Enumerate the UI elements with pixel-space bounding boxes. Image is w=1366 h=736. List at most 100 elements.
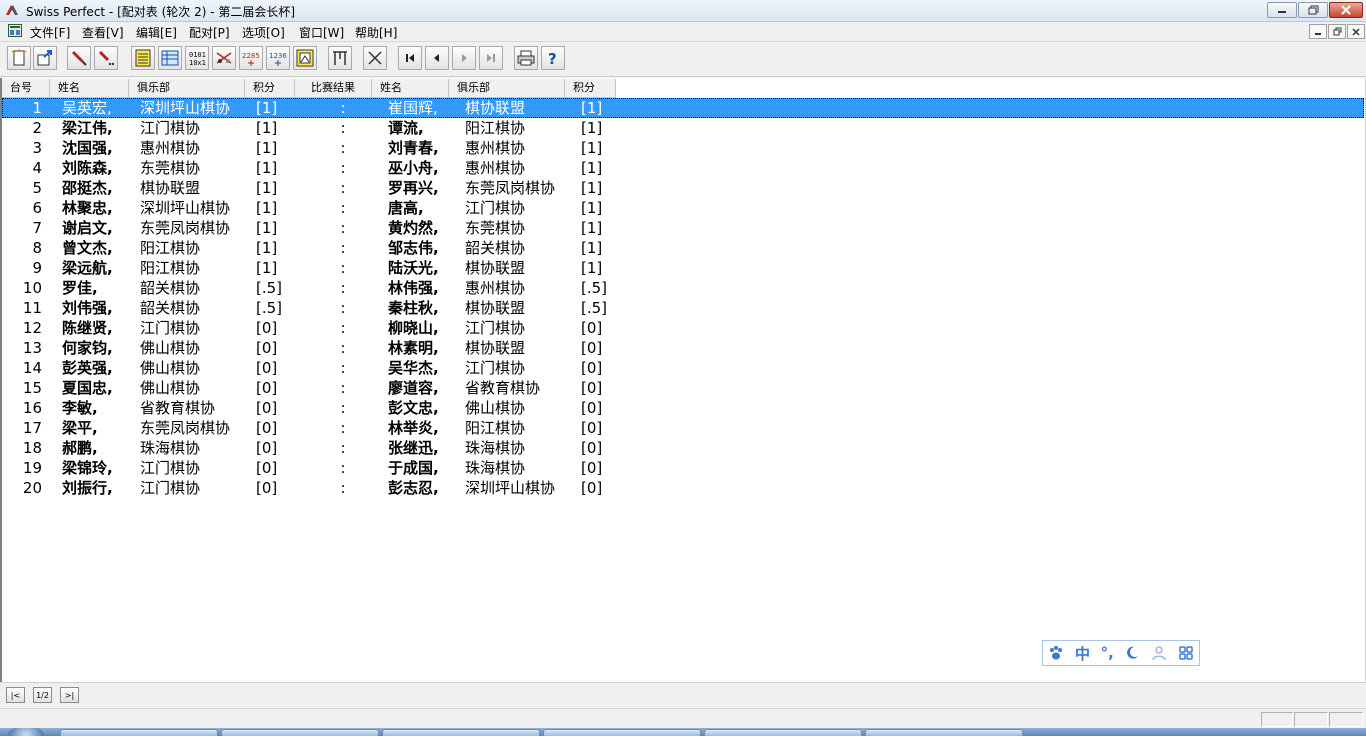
table-row[interactable]: 4 刘陈森, 东莞棋协 [1]: 巫小舟, 惠州棋协 [1] (2, 158, 1364, 178)
table-row[interactable]: 12 陈继贤, 江门棋协 [0]: 柳晓山, 江门棋协 [0] (2, 318, 1364, 338)
score-black: [0] (581, 339, 603, 357)
club-black: 阳江棋协 (465, 419, 526, 437)
menu-window[interactable]: 窗口[W] (299, 24, 344, 41)
table-row[interactable]: 15 夏国忠, 佛山棋协 [0]: 廖道容, 省教育棋协 [0] (2, 378, 1364, 398)
moon-icon[interactable] (1124, 645, 1140, 661)
last-round-button[interactable] (479, 46, 503, 70)
close-button[interactable] (1329, 2, 1363, 18)
col-name-white[interactable]: 姓名 (50, 79, 129, 97)
score-black: [1] (581, 179, 603, 197)
col-score-black[interactable]: 积分 (565, 79, 616, 97)
binary-button[interactable]: 0101 10x1 (185, 46, 209, 70)
table-row[interactable]: 19 梁锦玲, 江门棋协 [0]: 于成国, 珠海棋协 [0] (2, 458, 1364, 478)
ime-toolbar[interactable]: 中 °, (1042, 640, 1200, 666)
col-name-black[interactable]: 姓名 (372, 79, 449, 97)
taskbar-app-2[interactable] (221, 729, 379, 736)
next-round-button[interactable] (452, 46, 476, 70)
table-row[interactable]: 20 刘振行, 江门棋协 [0]: 彭志忍, 深圳坪山棋协 [0] (2, 478, 1364, 498)
grid-icon[interactable] (1178, 645, 1194, 661)
table-row[interactable]: 3 沈国强, 惠州棋协 [1]: 刘青春, 惠州棋协 [1] (2, 138, 1364, 158)
menu-edit[interactable]: 编辑[E] (136, 24, 177, 41)
club-white: 东莞凤岗棋协 (140, 219, 231, 237)
table-row[interactable]: 16 李敏, 省教育棋协 [0]: 彭文忠, 佛山棋协 [0] (2, 398, 1364, 418)
nav-half-button[interactable]: 1/2 (33, 687, 52, 703)
ratings-button[interactable]: 2285 (239, 46, 263, 70)
print-button[interactable] (514, 46, 538, 70)
board-number: 18 (22, 439, 42, 457)
table-row[interactable]: 10 罗佳, 韶关棋协 [.5]: 林伟强, 惠州棋协 [.5] (2, 278, 1364, 298)
chess-pieces-icon (216, 52, 232, 64)
minimize-button[interactable] (1267, 2, 1297, 18)
open-tournament-button[interactable] (33, 46, 57, 70)
table-row[interactable]: 9 梁远航, 阳江棋协 [1]: 陆沃光, 棋协联盟 [1] (2, 258, 1364, 278)
result-separator: : (340, 179, 346, 197)
mdi-close-button[interactable] (1347, 24, 1365, 39)
menu-view[interactable]: 查看[V] (82, 24, 124, 41)
player-name-black: 崔国辉, (388, 99, 438, 117)
ime-mode-label[interactable]: 中 (1075, 643, 1090, 664)
menu-pairing[interactable]: 配对[P] (189, 24, 230, 41)
board-number: 17 (22, 419, 42, 437)
unpair-button[interactable] (363, 46, 387, 70)
taskbar-app-1[interactable] (60, 729, 218, 736)
club-white: 省教育棋协 (140, 399, 216, 417)
score-white: [0] (256, 379, 278, 397)
table-row[interactable]: 14 彭英强, 佛山棋协 [0]: 吴华杰, 江门棋协 [0] (2, 358, 1364, 378)
player-name-black: 刘青春, (388, 139, 439, 157)
table-row[interactable]: 11 刘伟强, 韶关棋协 [.5]: 秦柱秋, 棋协联盟 [.5] (2, 298, 1364, 318)
first-round-button[interactable] (398, 46, 422, 70)
table-view-button[interactable] (158, 46, 182, 70)
nav-last-button[interactable]: >| (60, 687, 79, 703)
table-row[interactable]: 13 何家钧, 佛山棋协 [0]: 林素明, 棋协联盟 [0] (2, 338, 1364, 358)
col-score-white[interactable]: 积分 (245, 79, 295, 97)
menu-options[interactable]: 选项[O] (242, 24, 285, 41)
table-row[interactable]: 18 郝鹏, 珠海棋协 [0]: 张继迅, 珠海棋协 [0] (2, 438, 1364, 458)
status-pane-3 (1329, 712, 1363, 727)
document-icon[interactable] (8, 24, 22, 37)
table-row[interactable]: 7 谢启文, 东莞凤岗棋协 [1]: 黄灼然, 东莞棋协 [1] (2, 218, 1364, 238)
col-club-white[interactable]: 俱乐部 (129, 79, 245, 97)
table-row[interactable]: 6 林聚忠, 深圳坪山棋协 [1]: 唐高, 江门棋协 [1] (2, 198, 1364, 218)
board-number: 13 (22, 339, 42, 357)
table-row[interactable]: 17 梁平, 东莞凤岗棋协 [0]: 林举炎, 阳江棋协 [0] (2, 418, 1364, 438)
col-club-black[interactable]: 俱乐部 (449, 79, 565, 97)
table-row[interactable]: 5 邵挺杰, 棋协联盟 [1]: 罗再兴, 东莞凤岗棋协 [1] (2, 178, 1364, 198)
ime-punct-label[interactable]: °, (1101, 644, 1114, 662)
score-white: [1] (256, 259, 278, 277)
col-board[interactable]: 台号 (2, 79, 50, 97)
crosstable-button[interactable] (328, 46, 352, 70)
export-button[interactable] (293, 46, 317, 70)
paw-icon[interactable] (1048, 645, 1064, 661)
minimize-icon (1315, 32, 1321, 35)
person-icon[interactable] (1151, 645, 1167, 661)
col-result[interactable]: 比赛结果 (295, 79, 372, 97)
help-button[interactable]: ? (541, 46, 565, 70)
table-row[interactable]: 8 曾文杰, 阳江棋协 [1]: 邹志伟, 韶关棋协 [1] (2, 238, 1364, 258)
players-list-button[interactable] (131, 46, 155, 70)
nav-first-button[interactable]: |< (6, 687, 25, 703)
taskbar-app-3[interactable] (382, 729, 540, 736)
score-black: [0] (581, 319, 603, 337)
rating-calc-button[interactable]: 1236 (266, 46, 290, 70)
pairing-button[interactable] (212, 46, 236, 70)
start-button[interactable] (8, 728, 44, 736)
taskbar-app-5[interactable] (704, 729, 862, 736)
player-name-white: 梁远航, (62, 259, 113, 277)
board-number: 4 (32, 159, 42, 177)
new-tournament-button[interactable] (7, 46, 31, 70)
restore-button[interactable] (1298, 2, 1328, 18)
table-row[interactable]: 2 梁江伟, 江门棋协 [1]: 谭流, 阳江棋协 [1] (2, 118, 1364, 138)
table-row[interactable]: 1 吴英宏, 深圳坪山棋协 [1]: 崔国辉, 棋协联盟 [1] (2, 98, 1364, 118)
sort-button[interactable] (94, 46, 118, 70)
taskbar-app-4[interactable] (543, 729, 701, 736)
mdi-minimize-button[interactable] (1309, 24, 1327, 39)
grid-table-icon (161, 50, 179, 66)
filter-button[interactable] (67, 46, 91, 70)
menu-file[interactable]: 文件[F] (30, 24, 70, 41)
mdi-restore-button[interactable] (1328, 24, 1346, 39)
previous-round-button[interactable] (425, 46, 449, 70)
score-white: [0] (256, 419, 278, 437)
taskbar-app-6[interactable] (865, 729, 1023, 736)
player-name-black: 柳晓山, (388, 319, 439, 337)
menu-help[interactable]: 帮助[H] (355, 24, 397, 41)
